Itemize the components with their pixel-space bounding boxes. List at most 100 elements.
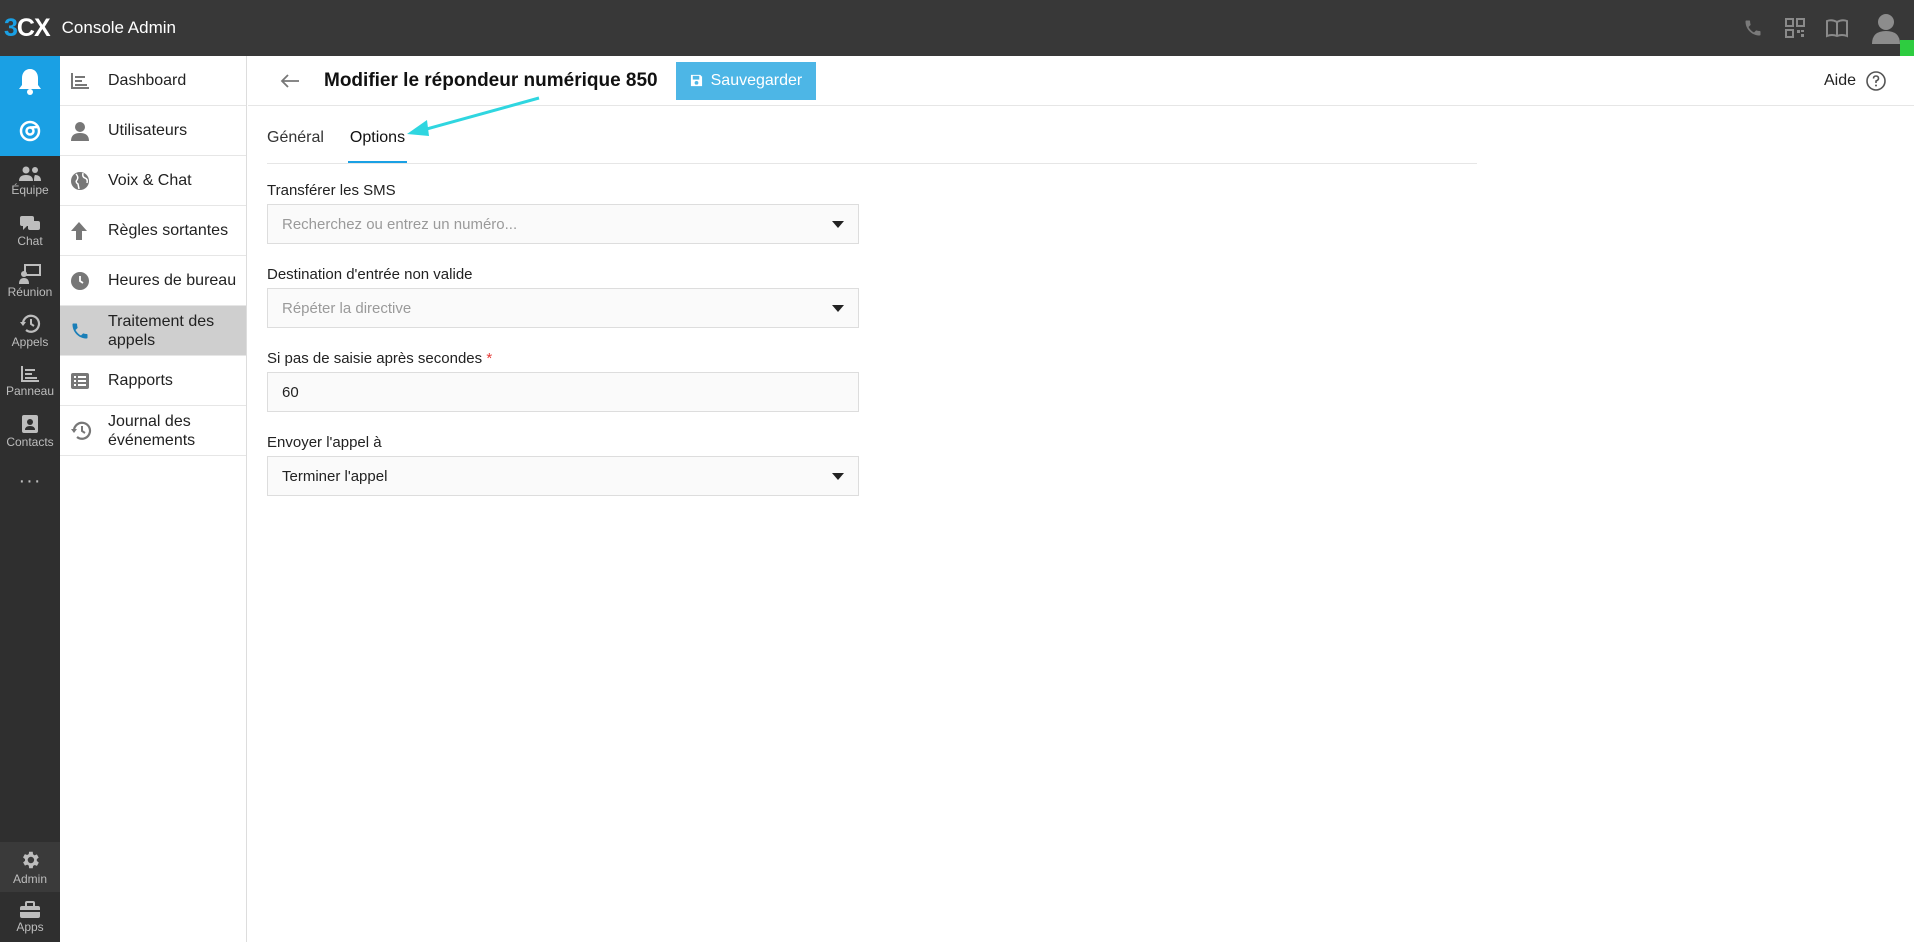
logo: 3CX <box>4 13 51 42</box>
rail-item-admin[interactable]: Admin <box>0 842 60 892</box>
save-button-label: Sauvegarder <box>710 71 803 89</box>
field-transfer-sms: Transférer les SMS Recherchez ou entrez … <box>267 182 859 244</box>
rail-bottom: Admin Apps <box>0 842 60 942</box>
nav-label: Journal des événements <box>108 412 196 449</box>
rail-item-chat[interactable]: Chat <box>0 206 60 256</box>
team-icon <box>19 166 41 181</box>
nav-label: Utilisateurs <box>108 122 188 139</box>
user-icon <box>70 121 98 141</box>
back-button[interactable] <box>278 73 302 89</box>
rail-item-panneau[interactable]: Panneau <box>0 356 60 406</box>
floppy-icon <box>690 74 703 87</box>
qr-code-icon[interactable] <box>1774 0 1816 56</box>
nav-item-voix-chat[interactable]: Voix & Chat <box>60 156 246 206</box>
list-icon <box>70 372 98 390</box>
app-title: Console Admin <box>61 18 176 37</box>
chrome-icon <box>19 120 41 142</box>
rail-item-contacts[interactable]: Contacts <box>0 406 60 456</box>
chat-icon <box>20 215 40 230</box>
page-title: Modifier le répondeur numérique 850 <box>324 69 658 91</box>
invalid-destination-select[interactable]: Répéter la directive <box>267 288 859 328</box>
nav-label: Dashboard <box>108 72 187 89</box>
chart-icon <box>70 72 98 90</box>
icon-rail: Équipe Chat Réunion Appels Panneau Conta… <box>0 56 60 942</box>
nav-label: Rapports <box>108 372 173 389</box>
history-icon <box>70 421 98 441</box>
sms-forward-select[interactable]: Recherchez ou entrez un numéro... <box>267 204 859 244</box>
help-icon <box>1866 71 1886 91</box>
input-value: 60 <box>282 383 299 401</box>
caret-down-icon <box>832 473 844 480</box>
brand: 3CX Console Admin <box>0 14 176 43</box>
send-call-select[interactable]: Terminer l'appel <box>267 456 859 496</box>
rail-item-equipe[interactable]: Équipe <box>0 156 60 206</box>
history-icon <box>20 314 41 333</box>
timeout-seconds-input[interactable]: 60 <box>267 372 859 412</box>
rail-label: Équipe <box>11 182 49 197</box>
nav-item-journal-evenements[interactable]: Journal des événements <box>60 406 246 456</box>
top-icons <box>1732 0 1914 56</box>
apps-icon <box>20 900 40 918</box>
caret-down-icon <box>832 305 844 312</box>
book-icon[interactable] <box>1816 0 1858 56</box>
arrow-up-icon <box>70 221 98 241</box>
rail-label: Chat <box>17 233 43 248</box>
globe-icon <box>70 171 98 191</box>
rail-label: Appels <box>11 334 49 349</box>
select-placeholder: Recherchez ou entrez un numéro... <box>282 215 518 233</box>
field-label: Transférer les SMS <box>267 182 396 199</box>
required-marker: * <box>486 350 493 367</box>
bell-icon <box>19 69 41 95</box>
top-bar: 3CX Console Admin <box>0 0 1914 56</box>
nav-item-traitement-appels[interactable]: Traitement des appels <box>60 306 246 356</box>
phone-icon[interactable] <box>1732 0 1774 56</box>
notifications-button[interactable] <box>0 56 60 106</box>
rail-item-reunion[interactable]: Réunion <box>0 256 60 306</box>
nav-label: Voix & Chat <box>108 172 192 189</box>
contacts-icon <box>22 414 38 433</box>
gear-icon <box>23 851 39 868</box>
clock-icon <box>70 271 98 291</box>
nav-label: Traitement des appels <box>108 312 215 349</box>
rail-more-button[interactable]: ··· <box>0 456 60 506</box>
nav-item-dashboard[interactable]: Dashboard <box>60 56 246 106</box>
field-label: Si pas de saisie après secondes * <box>267 350 493 367</box>
rail-label: Contacts <box>6 434 54 449</box>
help-link[interactable]: Aide <box>1824 56 1886 106</box>
field-send-call: Envoyer l'appel à Terminer l'appel <box>267 434 859 496</box>
nav-label: Heures de bureau <box>108 272 237 289</box>
options-form: Transférer les SMS Recherchez ou entrez … <box>267 182 859 518</box>
nav-panel: Dashboard Utilisateurs Voix & Chat Règle… <box>60 56 247 942</box>
more-icon: ··· <box>18 469 42 492</box>
field-label: Envoyer l'appel à <box>267 434 382 451</box>
caret-down-icon <box>832 221 844 228</box>
rail-item-appels[interactable]: Appels <box>0 306 60 356</box>
nav-item-utilisateurs[interactable]: Utilisateurs <box>60 106 246 156</box>
nav-label: Règles sortantes <box>108 222 229 239</box>
rail-item-apps[interactable]: Apps <box>0 892 60 942</box>
rail-top <box>0 56 60 156</box>
meeting-icon <box>19 263 41 284</box>
help-label: Aide <box>1823 72 1856 89</box>
chrome-extension-button[interactable] <box>0 106 60 156</box>
select-value: Terminer l'appel <box>282 467 388 485</box>
field-invalid-destination: Destination d'entrée non valide Répéter … <box>267 266 859 328</box>
rail-label: Admin <box>12 871 47 886</box>
annotation-arrow <box>407 96 540 136</box>
panel-icon <box>21 365 39 382</box>
phone-icon <box>70 321 98 341</box>
select-placeholder: Répéter la directive <box>282 299 412 317</box>
rail-label: Apps <box>16 919 44 934</box>
tab-options[interactable]: Options <box>347 105 408 163</box>
nav-item-rapports[interactable]: Rapports <box>60 356 246 406</box>
tab-general[interactable]: Général <box>267 105 324 163</box>
nav-item-regles-sortantes[interactable]: Règles sortantes <box>60 206 246 256</box>
rail-label: Réunion <box>7 284 53 299</box>
field-timeout: Si pas de saisie après secondes * 60 <box>267 350 859 412</box>
nav-item-heures-bureau[interactable]: Heures de bureau <box>60 256 246 306</box>
rail-label: Panneau <box>5 383 55 398</box>
arrow-left-icon <box>280 73 299 88</box>
save-button[interactable]: Sauvegarder <box>675 61 817 100</box>
status-indicator <box>1900 40 1914 56</box>
field-label: Destination d'entrée non valide <box>267 266 473 283</box>
